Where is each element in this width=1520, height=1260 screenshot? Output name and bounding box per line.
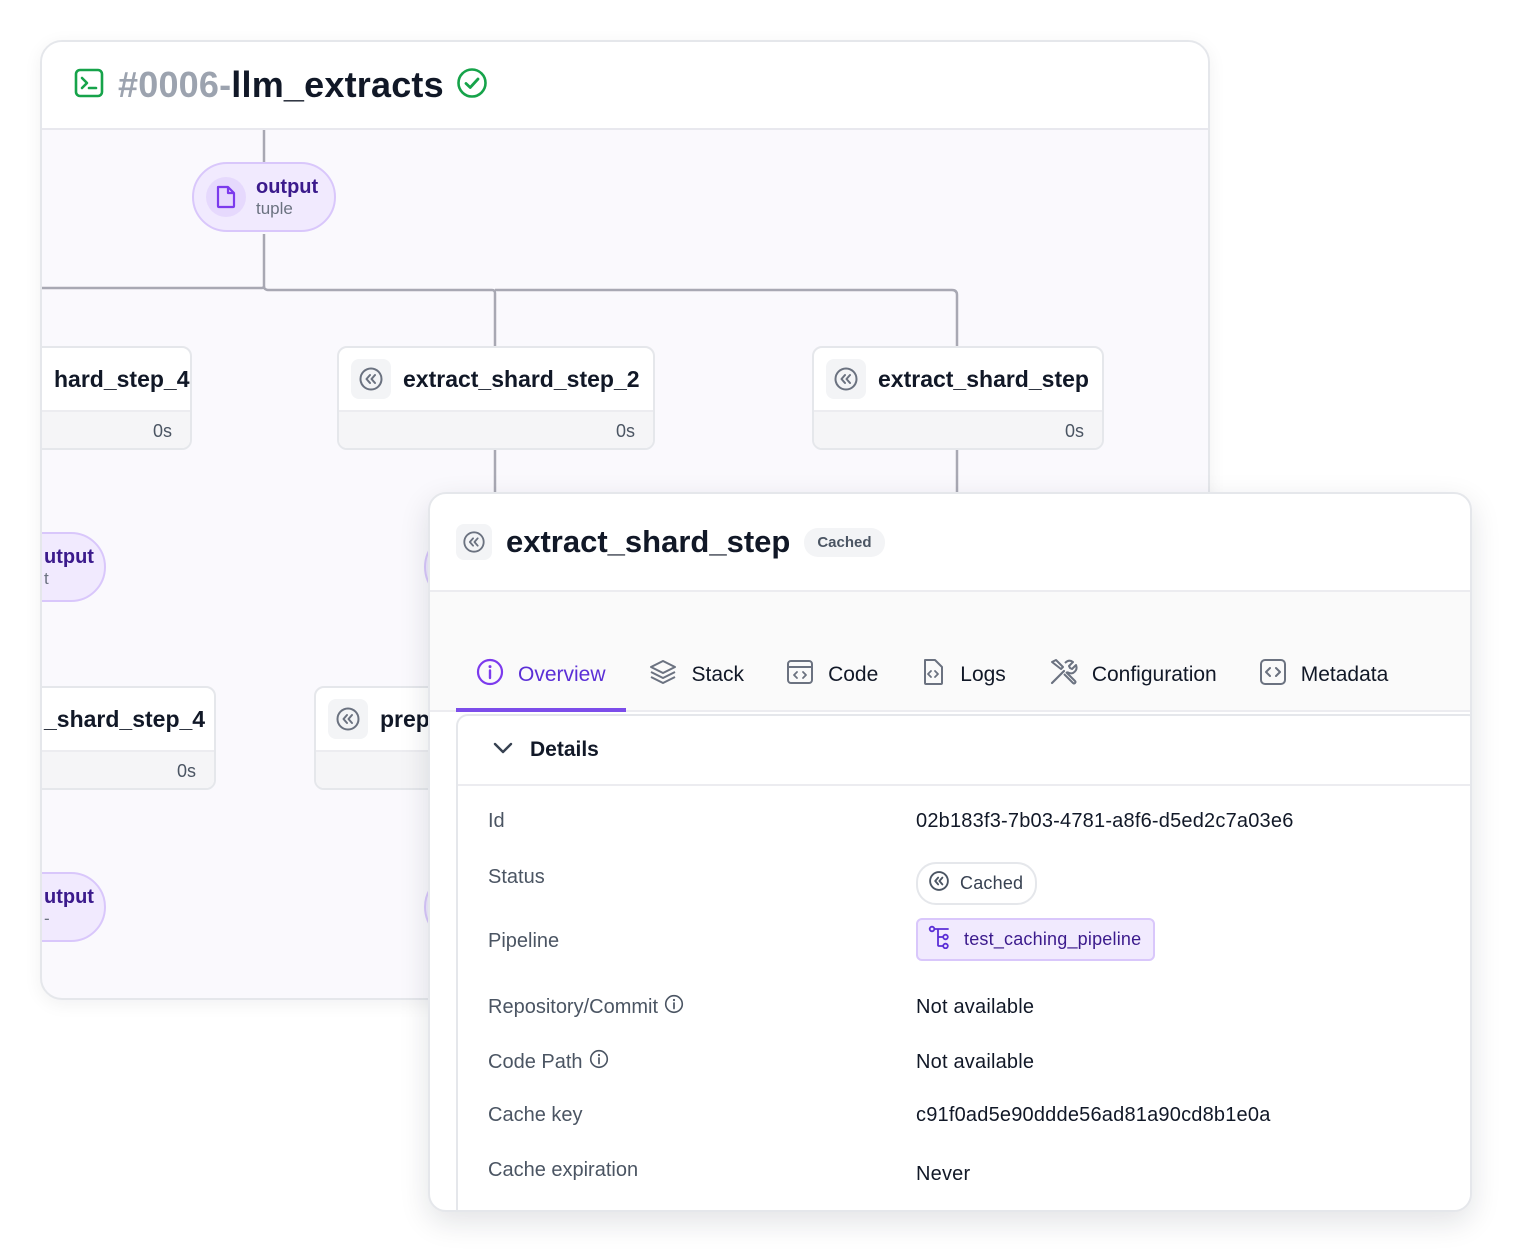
cached-icon — [351, 359, 391, 399]
cached-icon — [928, 870, 950, 897]
step-node[interactable]: hard_step_4 0s — [42, 346, 192, 450]
step-name: hard_step_4 — [54, 365, 190, 392]
cached-icon — [456, 524, 492, 560]
cached-icon — [826, 359, 866, 399]
tab-stack[interactable]: Stack — [628, 642, 765, 712]
run-number: #0006- — [118, 64, 232, 105]
layers-icon — [648, 658, 678, 692]
tools-icon — [1048, 657, 1078, 693]
details-section: Details Id 02b183f3-7b03-4781-a8f6-d5ed2… — [456, 714, 1470, 1210]
pipeline-name: test_caching_pipeline — [964, 929, 1142, 949]
cached-icon — [328, 699, 368, 739]
step-detail-header: extract_shard_step Cached — [430, 494, 1470, 592]
row-label: Repository/Commit — [488, 995, 659, 1018]
row-label: Status — [488, 866, 545, 888]
step-name: _shard_step_4 — [44, 705, 206, 732]
run-name: llm_extracts — [231, 64, 444, 105]
detail-row-repository: Repository/Commit Not available — [488, 994, 1034, 1020]
log-file-icon — [920, 658, 946, 692]
status-badge: Cached — [804, 527, 885, 557]
detail-row-status: Status Cached — [488, 862, 1038, 905]
step-duration: 0s — [339, 410, 653, 448]
tab-label: Metadata — [1300, 663, 1389, 686]
detail-row-code-path: Code Path Not available — [488, 1049, 1034, 1075]
step-node[interactable]: _shard_step_4 0s — [42, 686, 216, 790]
row-label: Cache key — [488, 1104, 583, 1126]
details-toggle[interactable]: Details — [458, 716, 1470, 786]
info-icon — [476, 658, 504, 692]
step-duration: 0s — [814, 410, 1102, 448]
tab-logs[interactable]: Logs — [900, 642, 1026, 712]
tab-label: Code — [828, 663, 879, 686]
step-node[interactable]: extract_shard_step 0s — [812, 346, 1104, 450]
tab-configuration[interactable]: Configuration — [1028, 642, 1237, 712]
step-name: extract_shard_step_2 — [403, 365, 640, 392]
artifact-name: utput — [44, 885, 94, 908]
pipeline-link[interactable]: test_caching_pipeline — [916, 918, 1156, 961]
step-name: extract_shard_step — [878, 365, 1089, 392]
step-detail-panel: extract_shard_step Cached Overview Stack — [428, 492, 1472, 1212]
detail-row-pipeline: Pipeline test_caching_pipeline — [488, 918, 1156, 961]
repository-value: Not available — [916, 995, 1035, 1018]
artifact-type: tuple — [256, 198, 293, 218]
artifact-node[interactable]: output tuple — [192, 162, 336, 232]
info-icon[interactable] — [589, 1049, 609, 1075]
pipeline-icon — [928, 925, 952, 954]
tab-label: Stack — [691, 663, 745, 686]
artifact-type: t — [44, 568, 49, 588]
artifact-name: utput — [44, 545, 94, 568]
row-label: Id — [488, 810, 505, 832]
detail-row-id: Id 02b183f3-7b03-4781-a8f6-d5ed2c7a03e6 — [488, 810, 1293, 833]
tab-label: Overview — [518, 663, 606, 686]
info-icon[interactable] — [664, 994, 684, 1020]
step-duration: 0s — [42, 410, 190, 448]
artifact-name: output — [256, 175, 319, 198]
run-title: #0006-llm_extracts — [118, 64, 444, 106]
tab-overview[interactable]: Overview — [456, 642, 626, 712]
cache-key-value: c91f0ad5e90ddde56ad81a90cd8b1e0a — [916, 1104, 1271, 1126]
section-title: Details — [530, 738, 599, 761]
chevron-down-icon — [492, 741, 514, 760]
status-pill: Cached — [916, 862, 1038, 905]
step-name: prep — [380, 705, 430, 732]
row-label: Code Path — [488, 1050, 583, 1073]
artifact-type: - — [44, 908, 50, 928]
detail-row-cache-key: Cache key c91f0ad5e90ddde56ad81a90cd8b1e… — [488, 1104, 1270, 1127]
step-node[interactable]: extract_shard_step_2 0s — [337, 346, 655, 450]
tab-code[interactable]: Code — [766, 642, 898, 712]
step-id-value: 02b183f3-7b03-4781-a8f6-d5ed2c7a03e6 — [916, 810, 1294, 832]
cache-expiration-value: Never — [916, 1163, 971, 1185]
row-label: Cache expiration — [488, 1159, 639, 1181]
step-duration: 0s — [42, 750, 214, 788]
code-path-value: Not available — [916, 1050, 1035, 1073]
status-value: Cached — [960, 873, 1024, 893]
tab-bar: Overview Stack Code Logs Configuration M… — [430, 592, 1470, 712]
document-icon — [206, 177, 246, 217]
tab-label: Configuration — [1091, 663, 1217, 686]
check-circle-icon — [456, 67, 488, 104]
row-label: Pipeline — [488, 930, 560, 952]
detail-row-cache-expiration: Cache expiration Never — [488, 1159, 970, 1185]
terminal-icon — [74, 68, 104, 103]
tab-metadata[interactable]: Metadata — [1239, 642, 1409, 712]
tab-label: Logs — [960, 663, 1006, 686]
metadata-icon — [1259, 658, 1287, 692]
run-header: #0006-llm_extracts — [42, 42, 1208, 130]
code-window-icon — [786, 659, 814, 691]
step-title: extract_shard_step — [506, 524, 791, 559]
